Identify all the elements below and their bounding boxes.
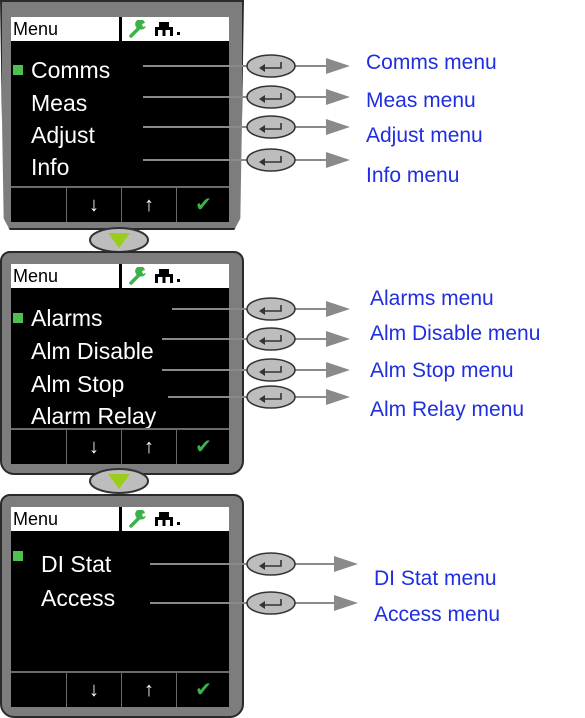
target-label-access: Access menu: [374, 603, 501, 626]
arrowhead: [334, 556, 358, 572]
target-label-alm-disable: Alm Disable menu: [370, 322, 541, 345]
arrowhead: [326, 331, 350, 347]
arrowhead: [326, 58, 350, 74]
enter-key-icon: [246, 297, 296, 321]
target-label-alm-relay: Alm Relay menu: [370, 398, 525, 421]
arrowhead: [326, 89, 350, 105]
enter-key-icon: [246, 358, 296, 382]
enter-key-icon: [246, 54, 296, 78]
target-label-info: Info menu: [366, 164, 460, 187]
target-label-comms: Comms menu: [366, 51, 497, 74]
enter-key-icon: [246, 591, 296, 615]
target-label-adjust: Adjust menu: [366, 124, 483, 147]
enter-key-icon: [246, 148, 296, 172]
target-label-alarms: Alarms menu: [370, 287, 494, 310]
enter-key-icon: [246, 552, 296, 576]
enter-key-icon: [246, 327, 296, 351]
enter-key-icon: [246, 115, 296, 139]
arrowhead: [326, 301, 350, 317]
target-label-meas: Meas menu: [366, 89, 476, 112]
target-label-alm-stop: Alm Stop menu: [370, 359, 514, 382]
arrowhead: [334, 595, 358, 611]
arrowhead: [326, 119, 350, 135]
enter-key-icon: [246, 85, 296, 109]
arrowhead: [326, 152, 350, 168]
enter-key-icon: [246, 385, 296, 409]
arrowhead: [326, 389, 350, 405]
target-label-di-stat: DI Stat menu: [374, 567, 497, 590]
arrowhead: [326, 362, 350, 378]
